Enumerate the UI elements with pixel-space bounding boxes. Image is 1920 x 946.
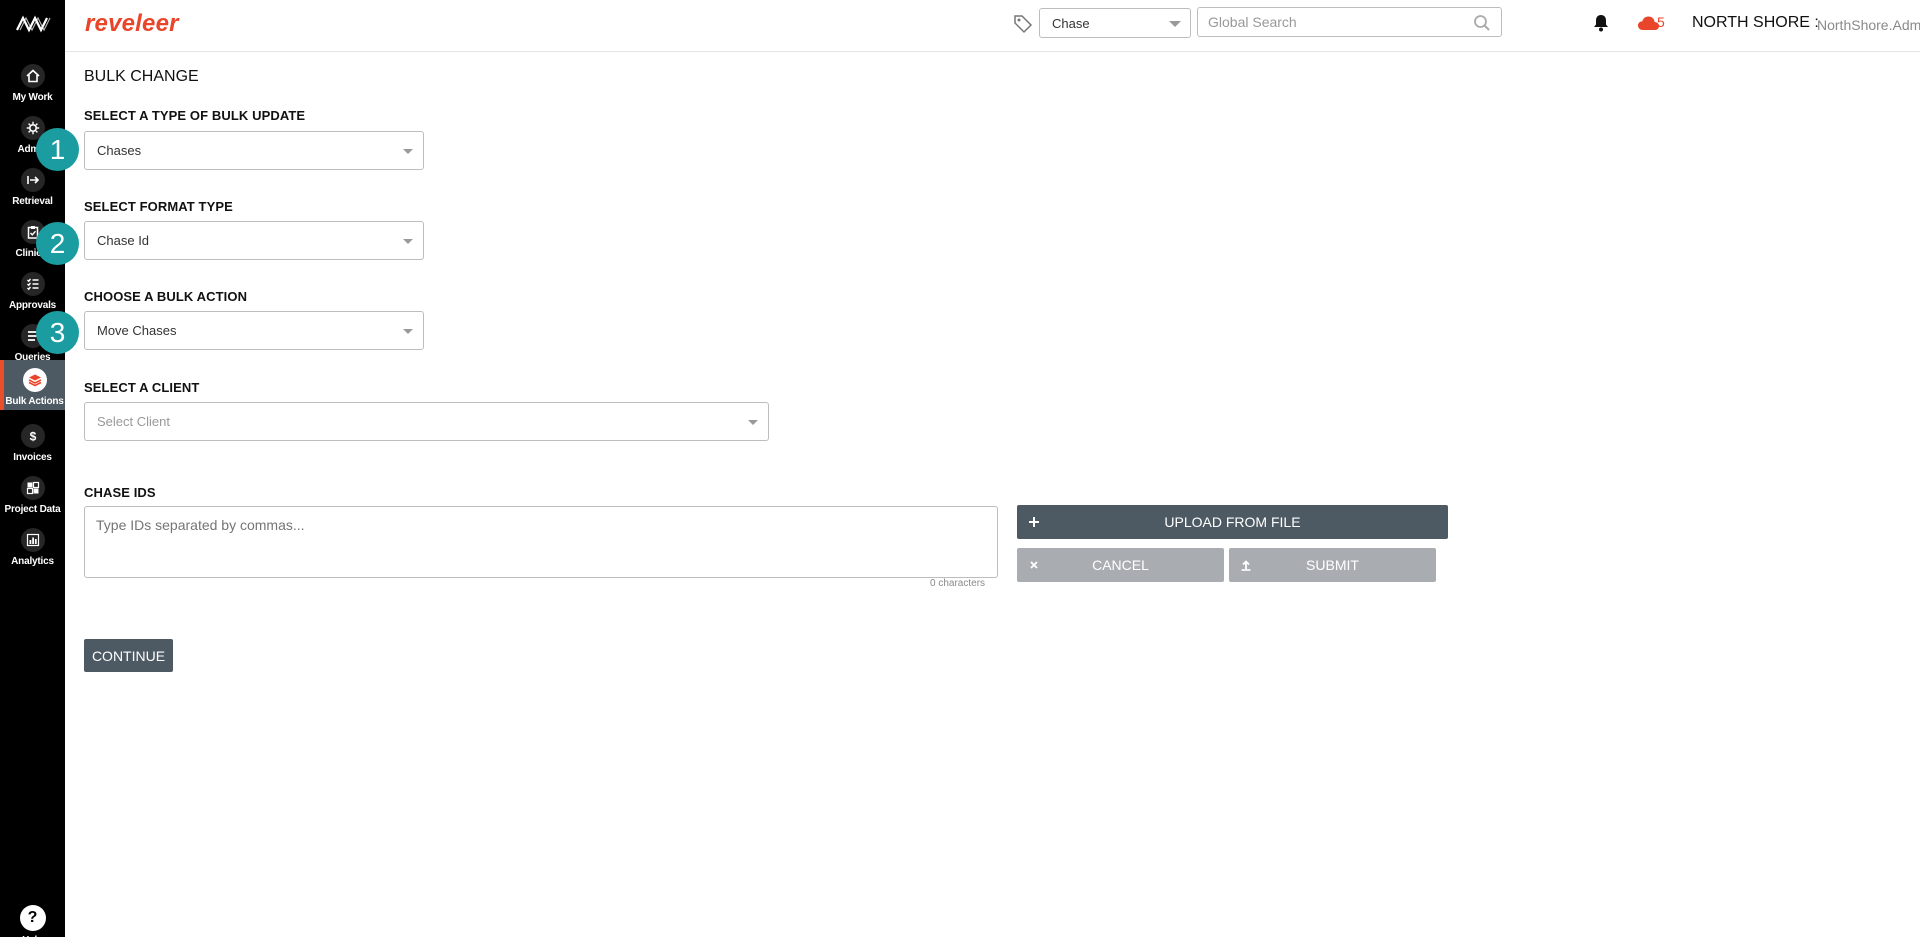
bulk-update-type-value: Chases [97,143,142,158]
chase-ids-input[interactable] [84,506,998,578]
grid-icon [20,476,45,500]
step-badge-2: 2 [36,222,79,265]
client-placeholder: Select Client [97,414,170,429]
layers-icon [22,368,47,392]
chevron-down-icon [1169,21,1181,27]
client-select[interactable]: Select Client [84,402,769,441]
search-icon[interactable] [1473,14,1491,32]
step-badge-3: 3 [36,311,79,354]
bulk-action-value: Move Chases [97,323,177,338]
character-count: 0 characters [930,578,986,589]
tag-icon [1014,15,1033,34]
checklist-icon [20,272,45,296]
global-search-input[interactable]: Global Search [1197,7,1502,37]
plus-icon [1029,517,1039,527]
sidebar-item-label: Retrieval [12,196,53,207]
sidebar-item-analytics[interactable]: Analytics [0,520,65,570]
top-header: reveleer Chase Global Search 5 NORTH SHO… [65,0,1920,52]
home-icon [20,64,45,88]
submit-button[interactable]: SUBMIT [1229,548,1436,582]
format-type-label: SELECT FORMAT TYPE [84,199,233,214]
format-type-value: Chase Id [97,233,150,248]
sidebar-item-approvals[interactable]: Approvals [0,264,65,314]
cloud-count-badge: 5 [1657,14,1665,30]
sidebar-item-label: Analytics [11,556,54,567]
cancel-button[interactable]: CANCEL [1017,548,1224,582]
sidebar-item-label: My Work [12,92,53,103]
user-name[interactable]: NorthShore.Admin [1817,17,1920,33]
sidebar-item-label: Bulk Actions [5,396,64,407]
bulk-action-label: CHOOSE A BULK ACTION [84,289,248,304]
bulk-update-type-label: SELECT A TYPE OF BULK UPDATE [84,108,306,123]
upload-icon [1241,560,1251,571]
dollar-icon: $ [20,424,45,448]
sidebar-item-bulk-actions[interactable]: Bulk Actions [0,360,65,410]
continue-button[interactable]: CONTINUE [84,639,173,672]
entity-type-value: Chase [1052,16,1090,31]
sidebar-item-my-work[interactable]: My Work [0,56,65,106]
bell-icon[interactable] [1592,13,1610,33]
chevron-down-icon [403,239,413,244]
sidebar-item-label: Project Data [4,504,61,515]
page-title: BULK CHANGE [84,68,199,85]
app-logo-icon[interactable] [15,14,51,34]
arrow-right-icon [20,168,45,192]
step-badge-1: 1 [36,128,79,171]
brand-logo[interactable]: reveleer [85,10,179,38]
help-icon: ? [19,905,46,931]
sidebar-item-project-data[interactable]: Project Data [0,468,65,518]
sidebar-item-label: Invoices [13,452,52,463]
entity-type-select[interactable]: Chase [1039,8,1191,38]
bulk-update-type-select[interactable]: Chases [84,131,424,170]
bulk-action-select[interactable]: Move Chases [84,311,424,350]
chase-ids-label: CHASE IDS [84,485,156,500]
upload-from-file-button[interactable]: UPLOAD FROM FILE [1017,505,1448,539]
sidebar-item-invoices[interactable]: $ Invoices [0,416,65,466]
upload-from-file-label: UPLOAD FROM FILE [1164,514,1301,530]
sidebar-item-help[interactable]: ? Help [0,905,65,946]
chevron-down-icon [403,149,413,154]
submit-label: SUBMIT [1306,557,1359,573]
svg-text:$: $ [29,430,36,444]
search-placeholder: Global Search [1208,14,1297,30]
close-icon [1030,561,1038,569]
chevron-down-icon [748,420,758,425]
bar-chart-icon [20,528,45,552]
cancel-label: CANCEL [1092,557,1149,573]
client-label: SELECT A CLIENT [84,380,200,395]
format-type-select[interactable]: Chase Id [84,221,424,260]
sidebar-item-label: Approvals [8,300,57,311]
chevron-down-icon [403,329,413,334]
organization-name: NORTH SHORE : [1692,14,1819,31]
